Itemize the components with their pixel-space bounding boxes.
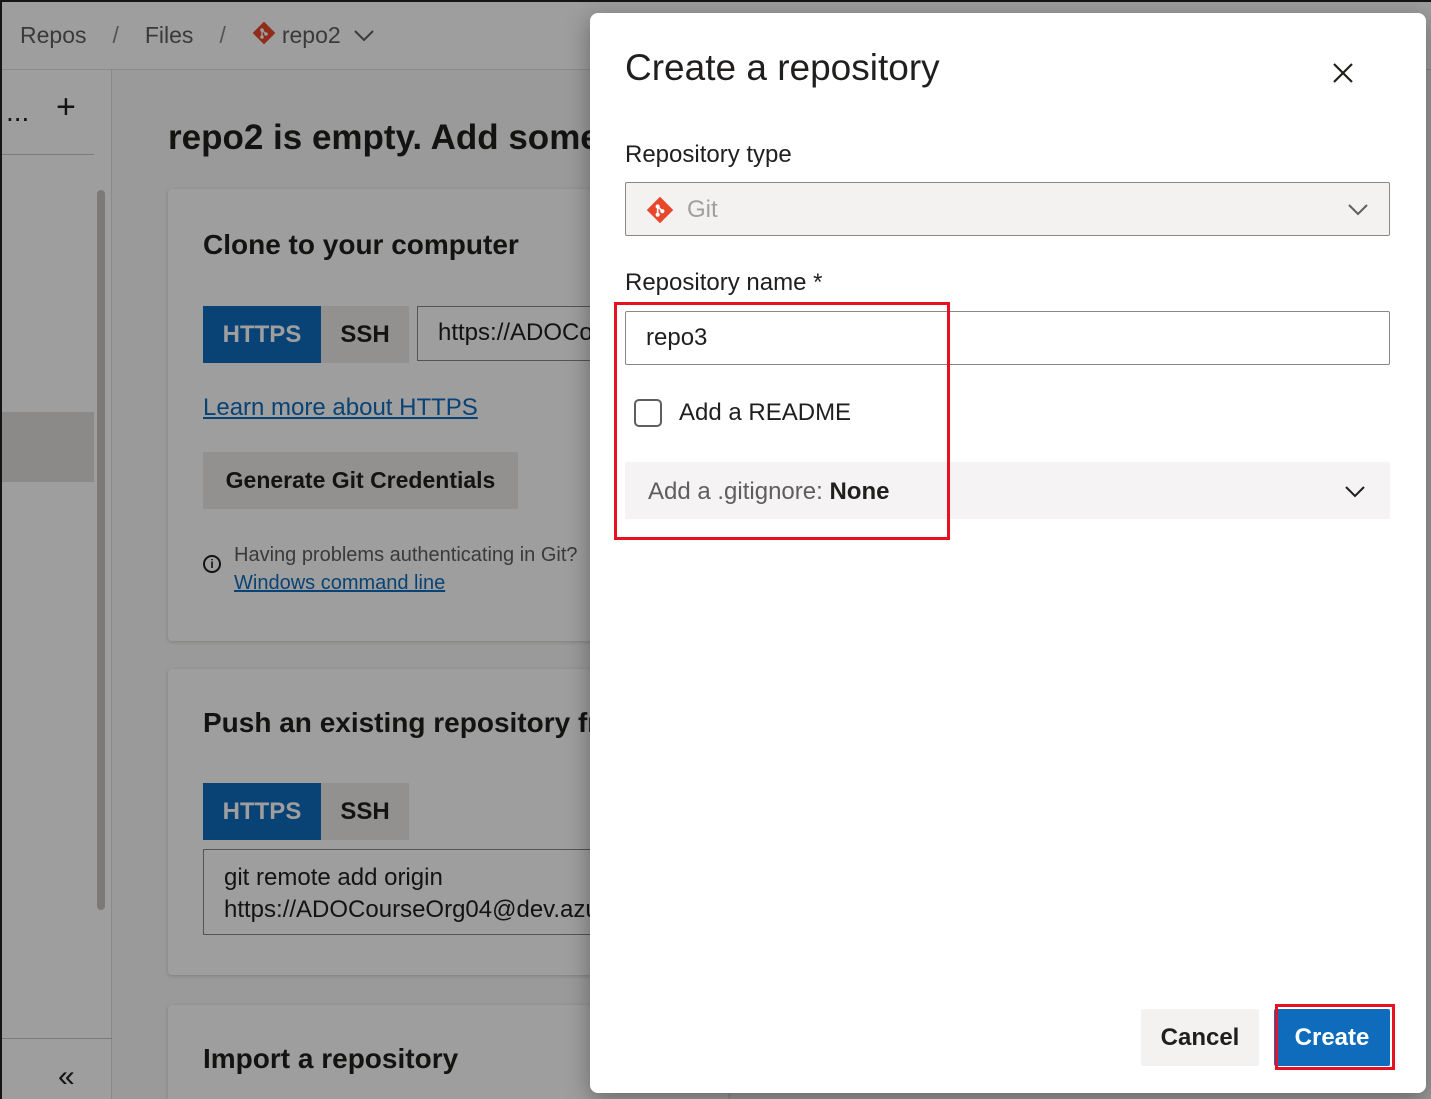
repo-name-label: Repository name * xyxy=(625,269,823,296)
repo-type-label: Repository type xyxy=(625,141,792,168)
dialog-title: Create a repository xyxy=(625,47,940,88)
chevron-down-icon xyxy=(1343,479,1367,508)
create-repository-dialog: Create a repository Repository type Git … xyxy=(590,13,1426,1093)
repo-type-value: Git xyxy=(687,196,718,223)
highlight-box xyxy=(614,302,950,540)
close-icon[interactable] xyxy=(1327,59,1359,91)
highlight-box xyxy=(1275,1004,1395,1070)
chevron-down-icon xyxy=(1346,197,1370,226)
repo-type-select[interactable]: Git xyxy=(625,182,1390,236)
cancel-button[interactable]: Cancel xyxy=(1141,1009,1259,1066)
git-icon xyxy=(646,196,674,229)
